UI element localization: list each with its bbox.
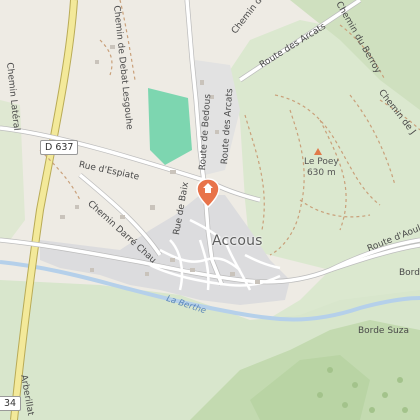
label-borde: Borde	[399, 268, 420, 278]
map-pin-icon[interactable]	[196, 178, 220, 212]
map-pin-shape	[196, 178, 220, 209]
label-borde-suza: Borde Suza	[358, 326, 409, 336]
town-label-accous[interactable]: Accous	[212, 234, 263, 248]
map-view[interactable]: Chemin de Debat Lesgouhe Chemin Latéral …	[0, 0, 420, 420]
peak-elevation: 630 m	[306, 168, 336, 178]
peak-label: Le Poey 630 m	[304, 157, 339, 179]
road-shield-d637: D 637	[40, 140, 79, 155]
peak-name: Le Poey	[304, 157, 339, 167]
road-shield-edge: 34	[0, 396, 22, 411]
green-park	[148, 88, 192, 165]
